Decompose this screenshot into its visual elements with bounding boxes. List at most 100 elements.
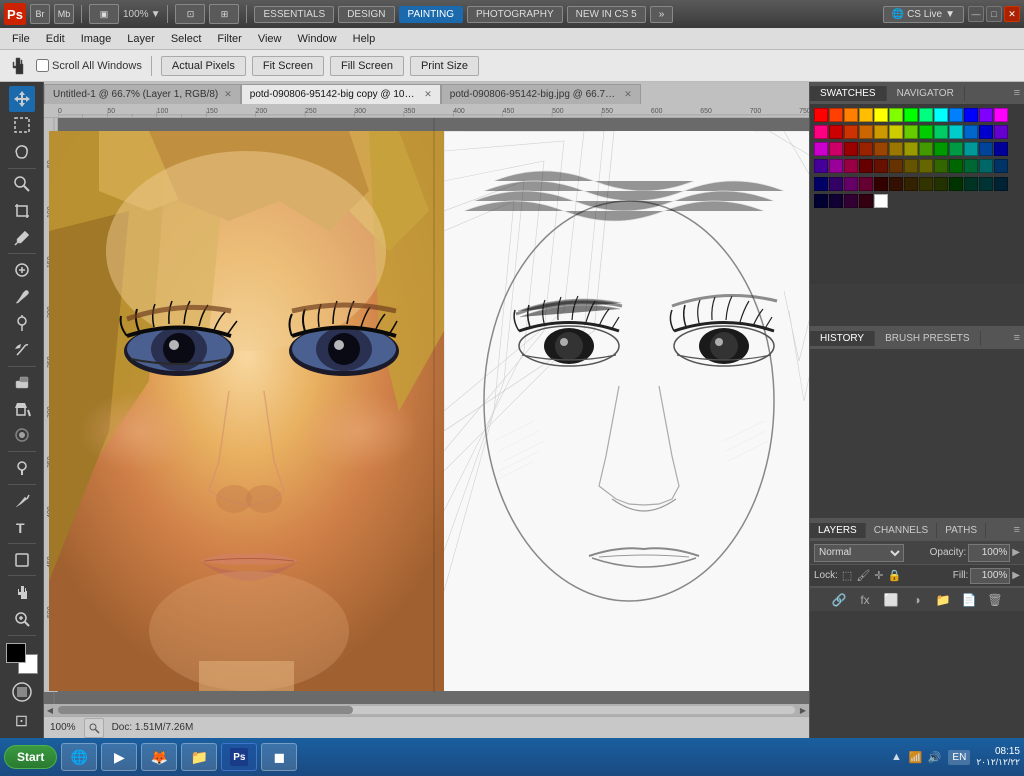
swatch-item[interactable] [889, 125, 903, 139]
swatch-item[interactable] [919, 159, 933, 173]
paths-tab[interactable]: PATHS [937, 523, 986, 538]
minibr-button[interactable]: Mb [54, 4, 74, 24]
quick-mask-icon[interactable] [9, 679, 35, 705]
swatch-item[interactable] [829, 125, 843, 139]
navigator-tab[interactable]: NAVIGATOR [887, 86, 965, 101]
lock-transparent-icon[interactable]: ⬚ [842, 569, 852, 582]
hand-tool[interactable] [9, 579, 35, 605]
swatch-item[interactable] [949, 177, 963, 191]
essentials-button[interactable]: ESSENTIALS [254, 6, 334, 23]
scroll-all-windows-checkbox[interactable]: Scroll All Windows [36, 59, 142, 72]
swatch-item[interactable] [829, 108, 843, 122]
add-mask-icon[interactable]: ⬜ [881, 590, 901, 610]
shape-tool[interactable] [9, 547, 35, 573]
taskbar-media[interactable]: ▶ [101, 743, 137, 771]
design-button[interactable]: DESIGN [338, 6, 394, 23]
swatch-item[interactable] [874, 125, 888, 139]
text-tool[interactable]: T [9, 514, 35, 540]
tab-untitled-close[interactable]: ✕ [224, 89, 232, 100]
opacity-arrow[interactable]: ▶ [1012, 547, 1020, 558]
fill-input[interactable] [970, 568, 1010, 584]
marquee-tool[interactable] [9, 113, 35, 139]
swatch-item[interactable] [814, 125, 828, 139]
swatch-item[interactable] [814, 142, 828, 156]
tab-potd-orig[interactable]: potd-090806-95142-big.jpg @ 66.7% (RGB/8… [441, 84, 641, 104]
swatch-item[interactable] [994, 177, 1008, 191]
swatch-item[interactable] [919, 125, 933, 139]
screen-mode-button[interactable]: ⊡ [175, 4, 205, 24]
swatch-item[interactable] [859, 194, 873, 208]
swatch-item[interactable] [994, 159, 1008, 173]
minimize-button[interactable]: — [968, 6, 984, 22]
move-tool[interactable] [9, 86, 35, 112]
crop-tool[interactable] [9, 198, 35, 224]
swatch-item[interactable] [919, 108, 933, 122]
arrange-button[interactable]: ⊞ [209, 4, 239, 24]
swatch-item[interactable] [979, 159, 993, 173]
swatch-item[interactable] [829, 177, 843, 191]
swatch-item[interactable] [964, 108, 978, 122]
swatch-item[interactable] [994, 142, 1008, 156]
h-scroll-thumb[interactable] [58, 706, 353, 714]
tray-expand-icon[interactable]: ▲ [888, 749, 904, 765]
swatch-item[interactable] [904, 142, 918, 156]
swatch-item[interactable] [889, 159, 903, 173]
h-scrollbar[interactable]: ◀ ▶ [44, 704, 809, 716]
swatch-item[interactable] [979, 142, 993, 156]
swatch-item[interactable] [964, 142, 978, 156]
swatch-item[interactable] [829, 142, 843, 156]
status-zoom-icon[interactable] [84, 718, 104, 738]
newincs5-button[interactable]: NEW IN CS 5 [567, 6, 646, 23]
quick-select-tool[interactable] [9, 172, 35, 198]
color-swatch[interactable] [6, 643, 38, 674]
layers-tab[interactable]: LAYERS [810, 523, 866, 538]
menu-file[interactable]: File [4, 31, 38, 47]
tab-potd-copy-close[interactable]: ✕ [424, 89, 432, 100]
swatch-item[interactable] [964, 177, 978, 191]
history-expand-icon[interactable]: ≡ [1014, 332, 1020, 344]
swatch-item[interactable] [934, 159, 948, 173]
swatch-item[interactable] [904, 159, 918, 173]
lock-all-icon[interactable]: 🔒 [888, 569, 902, 582]
swatches-tab[interactable]: SWATCHES [810, 86, 887, 101]
swatch-item[interactable] [949, 125, 963, 139]
add-style-icon[interactable]: fx [855, 590, 875, 610]
swatches-expand-icon[interactable]: ≡ [1014, 87, 1020, 99]
eraser-tool[interactable] [9, 370, 35, 396]
swatch-item[interactable] [859, 108, 873, 122]
swatch-item[interactable] [919, 177, 933, 191]
link-layers-icon[interactable]: 🔗 [829, 590, 849, 610]
paint-bucket-tool[interactable] [9, 396, 35, 422]
swatch-item[interactable] [949, 159, 963, 173]
close-button[interactable]: ✕ [1004, 6, 1020, 22]
swatch-item[interactable] [904, 177, 918, 191]
swatch-item[interactable] [859, 125, 873, 139]
swatch-item[interactable] [814, 177, 828, 191]
scroll-right-arrow[interactable]: ▶ [797, 704, 809, 716]
lasso-tool[interactable] [9, 139, 35, 165]
blur-tool[interactable] [9, 423, 35, 449]
swatch-item[interactable] [949, 108, 963, 122]
healing-tool[interactable] [9, 257, 35, 283]
canvas-mode-button[interactable]: ▣ [89, 4, 119, 24]
swatch-item[interactable] [904, 108, 918, 122]
add-adjustment-icon[interactable]: ◑ [907, 590, 927, 610]
swatch-item[interactable] [814, 108, 828, 122]
zoom-selector[interactable]: 100% ▼ [123, 9, 160, 20]
menu-edit[interactable]: Edit [38, 31, 73, 47]
fit-screen-button[interactable]: Fit Screen [252, 56, 324, 76]
swatch-item[interactable] [874, 194, 888, 208]
maximize-button[interactable]: □ [986, 6, 1002, 22]
painting-button[interactable]: PAINTING [399, 6, 463, 23]
swatch-item[interactable] [844, 194, 858, 208]
menu-select[interactable]: Select [163, 31, 210, 47]
menu-window[interactable]: Window [290, 31, 345, 47]
layers-expand-icon[interactable]: ≡ [1014, 524, 1020, 536]
new-layer-icon[interactable]: 📄 [959, 590, 979, 610]
fill-arrow[interactable]: ▶ [1012, 570, 1020, 581]
dodge-tool[interactable] [9, 455, 35, 481]
eyedropper-tool[interactable] [9, 225, 35, 251]
swatch-item[interactable] [814, 159, 828, 173]
lock-paint-icon[interactable]: 🖌 [856, 569, 870, 582]
canvas-workspace[interactable]: 0501001502002503003504004505005506006507… [44, 104, 809, 704]
